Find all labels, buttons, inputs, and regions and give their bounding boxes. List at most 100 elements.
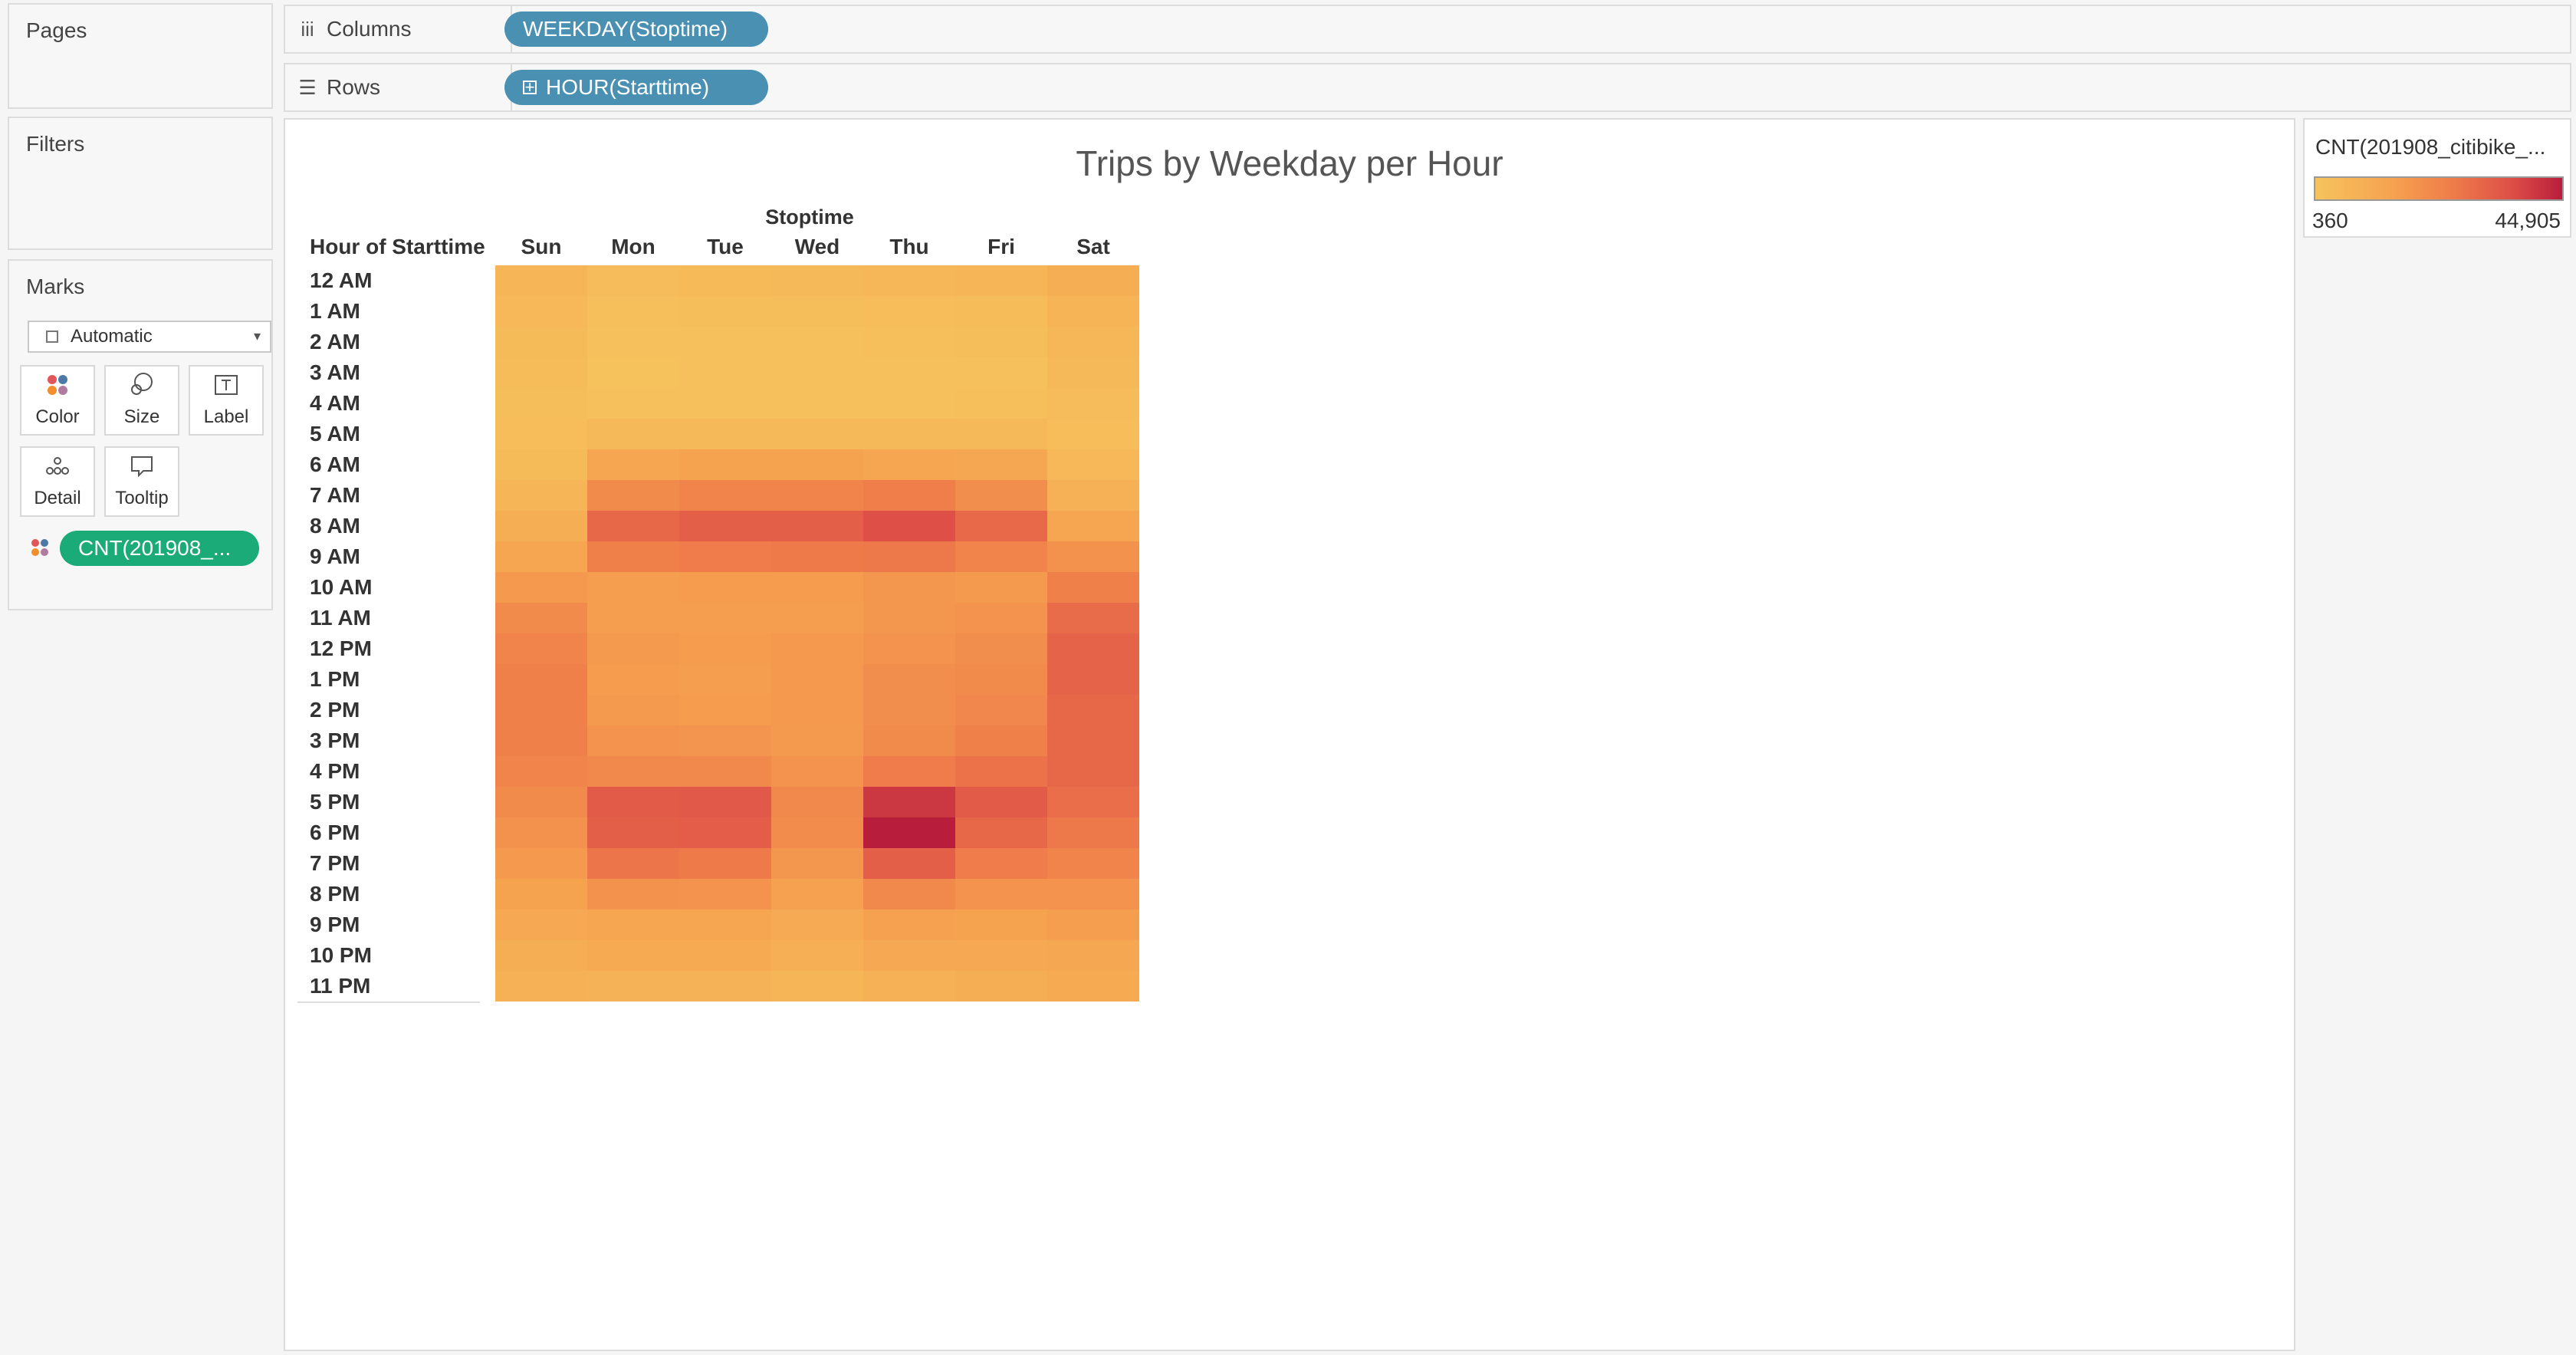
heatmap-cell[interactable] (955, 265, 1047, 296)
heatmap-cell[interactable] (863, 511, 955, 541)
heatmap-cell[interactable] (679, 879, 771, 909)
column-label-thu[interactable]: Thu (863, 235, 955, 259)
heatmap-cell[interactable] (679, 296, 771, 327)
heatmap-cell[interactable] (495, 664, 587, 695)
heatmap-cell[interactable] (863, 449, 955, 480)
heatmap-cell[interactable] (955, 603, 1047, 633)
heatmap-cell[interactable] (495, 296, 587, 327)
heatmap-cell[interactable] (863, 296, 955, 327)
heatmap-cell[interactable] (1047, 695, 1139, 725)
heatmap-cell[interactable] (955, 787, 1047, 817)
heatmap-cell[interactable] (1047, 265, 1139, 296)
tooltip-button[interactable]: Tooltip (104, 446, 179, 517)
heatmap-cell[interactable] (955, 419, 1047, 449)
heatmap-cell[interactable] (771, 419, 863, 449)
heatmap-cell[interactable] (495, 940, 587, 971)
heatmap-cell[interactable] (955, 848, 1047, 879)
heatmap-cell[interactable] (863, 879, 955, 909)
row-label[interactable]: 9 AM (310, 541, 360, 572)
expand-plus-icon[interactable]: + (523, 79, 537, 96)
heatmap-cell[interactable] (771, 357, 863, 388)
heatmap-cell[interactable] (1047, 388, 1139, 419)
heatmap-cell[interactable] (1047, 664, 1139, 695)
heatmap-cell[interactable] (771, 940, 863, 971)
column-label-sat[interactable]: Sat (1047, 235, 1139, 259)
rows-pill[interactable]: + HOUR(Starttime) (504, 70, 768, 105)
row-label[interactable]: 9 PM (310, 909, 360, 940)
heatmap-cell[interactable] (587, 480, 679, 511)
heatmap-cell[interactable] (1047, 725, 1139, 756)
heatmap-cell[interactable] (587, 296, 679, 327)
heatmap-cell[interactable] (679, 327, 771, 357)
columns-shelf[interactable]: iii Columns WEEKDAY(Stoptime) (284, 5, 2571, 54)
heatmap-cell[interactable] (587, 419, 679, 449)
heatmap-cell[interactable] (1047, 357, 1139, 388)
rows-shelf[interactable]: ☰ Rows + HOUR(Starttime) (284, 63, 2571, 112)
heatmap-cell[interactable] (955, 633, 1047, 664)
heatmap-cell[interactable] (587, 633, 679, 664)
row-label[interactable]: 8 PM (310, 879, 360, 909)
color-legend[interactable]: CNT(201908_citibike_... 360 44,905 (2303, 118, 2571, 238)
heatmap-cell[interactable] (863, 480, 955, 511)
heatmap-cell[interactable] (771, 787, 863, 817)
row-label[interactable]: 6 AM (310, 449, 360, 480)
heatmap-cell[interactable] (771, 695, 863, 725)
heatmap-cell[interactable] (679, 480, 771, 511)
heatmap-cell[interactable] (587, 541, 679, 572)
row-label[interactable]: 7 PM (310, 848, 360, 879)
heatmap-cell[interactable] (1047, 541, 1139, 572)
heatmap-cell[interactable] (587, 327, 679, 357)
row-label[interactable]: 3 AM (310, 357, 360, 388)
heatmap-cell[interactable] (1047, 756, 1139, 787)
heatmap-cell[interactable] (679, 971, 771, 1001)
heatmap-cell[interactable] (679, 940, 771, 971)
heatmap-cell[interactable] (955, 879, 1047, 909)
heatmap-cell[interactable] (955, 449, 1047, 480)
column-label-sun[interactable]: Sun (495, 235, 587, 259)
heatmap-cell[interactable] (863, 817, 955, 848)
row-label[interactable]: 6 PM (310, 817, 360, 848)
mark-type-dropdown[interactable]: Automatic ▾ (28, 321, 271, 353)
heatmap-cell[interactable] (679, 909, 771, 940)
row-label[interactable]: 5 AM (310, 419, 360, 449)
heatmap-cell[interactable] (863, 572, 955, 603)
heatmap-cell[interactable] (863, 940, 955, 971)
heatmap-cell[interactable] (495, 756, 587, 787)
heatmap-cell[interactable] (955, 725, 1047, 756)
worksheet-view[interactable]: Trips by Weekday per Hour Stoptime Hour … (284, 118, 2295, 1351)
heatmap-cell[interactable] (495, 787, 587, 817)
heatmap-cell[interactable] (1047, 940, 1139, 971)
heatmap-cell[interactable] (679, 787, 771, 817)
heatmap-cell[interactable] (495, 357, 587, 388)
heatmap-cell[interactable] (679, 357, 771, 388)
heatmap-cell[interactable] (495, 572, 587, 603)
heatmap-cell[interactable] (955, 695, 1047, 725)
heatmap-cell[interactable] (679, 265, 771, 296)
row-label[interactable]: 4 PM (310, 756, 360, 787)
heatmap-cell[interactable] (679, 419, 771, 449)
heatmap-cell[interactable] (679, 388, 771, 419)
heatmap-cell[interactable] (771, 664, 863, 695)
heatmap-cell[interactable] (495, 265, 587, 296)
heatmap-cell[interactable] (863, 664, 955, 695)
heatmap-cell[interactable] (587, 817, 679, 848)
heatmap-cell[interactable] (495, 633, 587, 664)
heatmap-cell[interactable] (863, 327, 955, 357)
heatmap-cell[interactable] (495, 848, 587, 879)
filters-panel[interactable]: Filters (8, 117, 273, 250)
heatmap-cell[interactable] (771, 633, 863, 664)
heatmap-cell[interactable] (771, 848, 863, 879)
heatmap-cell[interactable] (587, 388, 679, 419)
heatmap-cell[interactable] (679, 664, 771, 695)
heatmap-cell[interactable] (955, 756, 1047, 787)
heatmap-cell[interactable] (863, 971, 955, 1001)
heatmap-cell[interactable] (955, 817, 1047, 848)
heatmap-cell[interactable] (771, 817, 863, 848)
heatmap-cell[interactable] (1047, 572, 1139, 603)
heatmap-cell[interactable] (679, 848, 771, 879)
heatmap-cell[interactable] (679, 756, 771, 787)
heatmap-cell[interactable] (771, 756, 863, 787)
heatmap-cell[interactable] (587, 664, 679, 695)
heatmap-cell[interactable] (863, 787, 955, 817)
row-label[interactable]: 12 PM (310, 633, 372, 664)
